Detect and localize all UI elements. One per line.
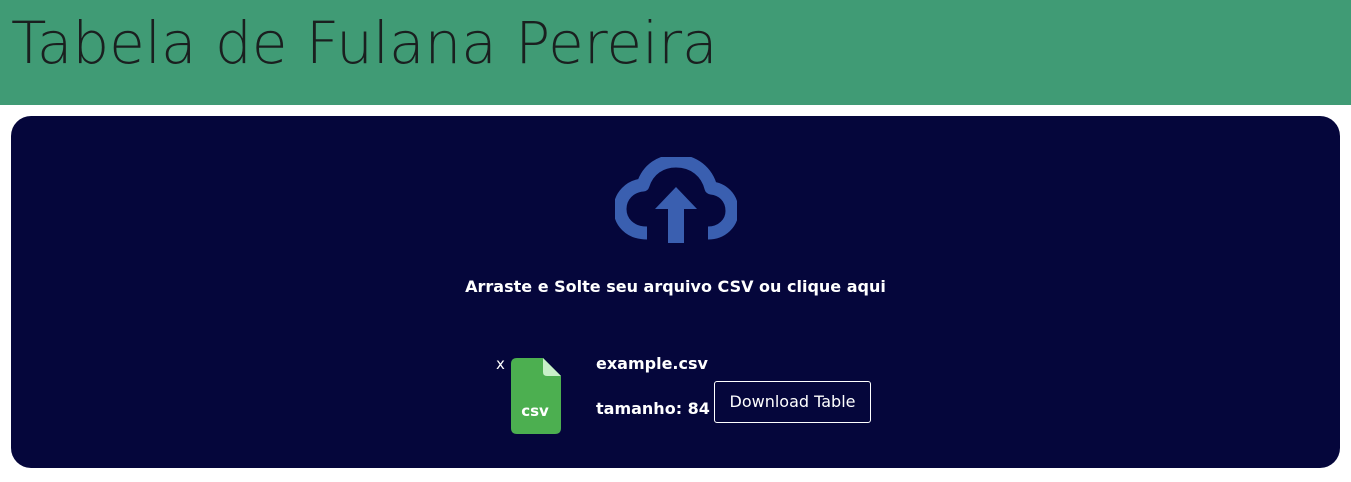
csv-dropzone[interactable]: Arraste e Solte seu arquivo CSV ou cliqu… xyxy=(11,116,1340,468)
file-size-value: 84 xyxy=(687,399,710,418)
file-size: tamanho: 84 xyxy=(596,399,710,419)
remove-file-button[interactable]: x xyxy=(496,356,505,372)
file-name: example.csv xyxy=(596,354,708,373)
download-table-button[interactable]: Download Table xyxy=(714,381,871,423)
dropzone-instructions[interactable]: Arraste e Solte seu arquivo CSV ou cliqu… xyxy=(11,277,1340,297)
cloud-upload-icon[interactable] xyxy=(615,157,737,247)
page-title: Tabela de Fulana Pereira xyxy=(11,9,718,77)
file-size-label: tamanho: xyxy=(596,399,683,418)
csv-file-icon-label: csv xyxy=(521,402,549,420)
page-header: Tabela de Fulana Pereira xyxy=(0,0,1351,105)
csv-file-icon: csv xyxy=(511,358,561,434)
